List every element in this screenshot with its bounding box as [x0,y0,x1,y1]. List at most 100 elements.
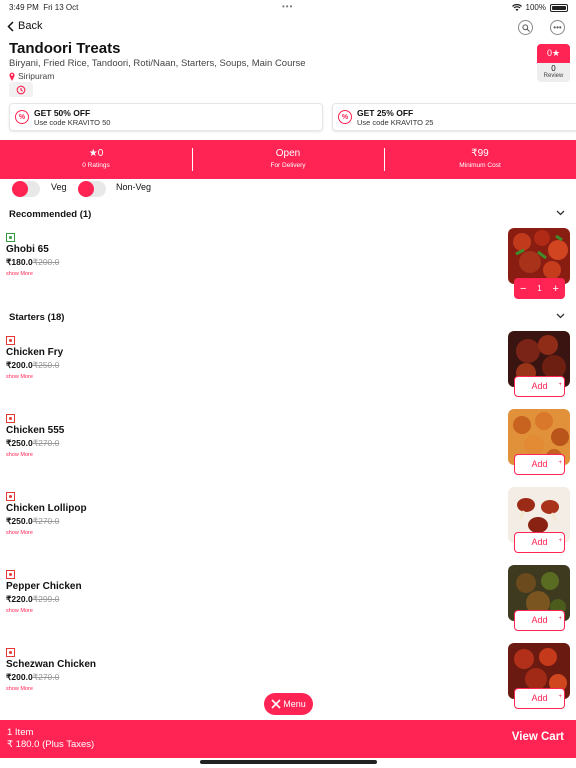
location-pin-icon [9,72,15,81]
minimum-cost-stat: ₹99 Minimum Cost [384,140,576,179]
plus-icon: + [558,616,562,622]
chevron-left-icon [7,20,14,32]
nonveg-toggle[interactable] [78,181,106,197]
item-old-price: ₹270.0 [32,672,60,682]
battery-icon [550,3,568,12]
ellipsis-icon: ••• [553,23,562,32]
item-old-price: ₹250.0 [32,360,60,370]
rating-badge[interactable]: 0★ 0 Review [537,44,570,82]
more-options-button[interactable]: ••• [550,20,565,35]
star-icon: ★ [88,148,98,159]
status-bar: 3:49 PM Fri 13 Oct ••• 100% [0,0,576,14]
menu-item[interactable]: Pepper Chicken ₹220.0₹299.0 show More Ad… [0,565,576,644]
view-cart-button[interactable]: View Cart [512,731,564,743]
discount-icon: % [15,110,29,124]
search-button[interactable] [518,20,533,35]
status-time: 3:49 PM Fri 13 Oct [9,3,79,12]
section-header-starters[interactable]: Starters (18) [9,312,64,323]
offer-card[interactable]: % GET 50% OFF Use code KRAVITO 50 [9,103,323,131]
nonveg-mark-icon [6,336,15,345]
offer-title: GET 50% OFF [34,107,91,118]
item-price: ₹250.0₹270.0 [6,438,60,448]
item-price: ₹200.0₹270.0 [6,672,60,682]
status-right: 100% [511,3,568,12]
delivery-time-chip [9,82,33,97]
restaurant-cuisines: Biryani, Fried Rice, Tandoori, Roti/Naan… [9,58,306,69]
item-name: Chicken 555 [6,425,65,436]
show-more-link[interactable]: show More [6,530,33,536]
offer-code: Use code KRAVITO 25 [357,117,434,127]
delivery-status-value: Open [275,148,301,159]
item-image [508,228,570,284]
menu-item[interactable]: Chicken Fry ₹200.0₹250.0 show More Add + [0,331,576,410]
item-price: ₹200.0₹250.0 [6,360,60,370]
show-more-link[interactable]: show More [6,374,33,380]
home-indicator[interactable] [200,760,377,764]
cart-bar[interactable]: 1 Item ₹ 180.0 (Plus Taxes) View Cart [0,720,576,758]
add-button[interactable]: Add + [514,454,565,475]
veg-toggle[interactable] [12,181,40,197]
minimum-cost-value: ₹99 [471,148,489,159]
menu-item[interactable]: Chicken 555 ₹250.0₹270.0 show More Add + [0,409,576,488]
show-more-link[interactable]: show More [6,608,33,614]
item-name: Ghobi 65 [6,244,49,255]
location-label: Siripuram [18,71,55,81]
ratings-stat: ★0 0 Ratings [0,140,192,179]
plus-icon: + [558,694,562,700]
menu-fab-button[interactable]: Menu [264,693,313,715]
add-button[interactable]: Add + [514,376,565,397]
delivery-status-stat: Open For Delivery [192,140,384,179]
item-name: Schezwan Chicken [6,659,97,670]
quantity-value: 1 [537,284,542,293]
nonveg-mark-icon [6,414,15,423]
chevron-down-icon[interactable] [556,208,565,218]
cart-total: ₹ 180.0 (Plus Taxes) [7,739,95,750]
plus-icon: + [558,460,562,466]
battery-percent: 100% [525,3,546,12]
add-button[interactable]: Add + [514,688,565,709]
menu-item[interactable]: Ghobi 65 ₹180.0₹200.0 show More − 1 + [0,228,576,307]
quantity-stepper[interactable]: − 1 + [514,278,565,299]
back-button[interactable]: Back [7,20,42,32]
rating-badge-value: 0★ [537,44,570,63]
increase-icon[interactable]: + [553,283,559,295]
ratings-value: 0 [97,148,104,159]
restaurant-name: Tandoori Treats [9,40,121,57]
item-price: ₹180.0₹200.0 [6,257,60,267]
chevron-down-icon[interactable] [556,311,565,321]
timer-icon [16,85,26,94]
nonveg-mark-icon [6,492,15,501]
ratings-label: 0 Ratings [82,162,110,169]
item-price: ₹250.0₹270.0 [6,516,60,526]
add-button[interactable]: Add + [514,532,565,553]
review-count: 0 [551,64,556,73]
review-label: Review [543,73,564,79]
delivery-status-label: For Delivery [270,162,306,169]
cart-item-count: 1 Item [7,727,34,738]
wifi-icon [511,3,522,11]
multitasking-dots-icon[interactable]: ••• [282,2,293,11]
show-more-link[interactable]: show More [6,452,33,458]
menu-item[interactable]: Chicken Lollipop ₹250.0₹270.0 show More … [0,487,576,566]
discount-icon: % [338,110,352,124]
nonveg-mark-icon [6,570,15,579]
plus-icon: + [558,382,562,388]
veg-label: Veg [51,182,67,192]
add-button[interactable]: Add + [514,610,565,631]
item-old-price: ₹270.0 [32,438,60,448]
item-old-price: ₹299.0 [32,594,60,604]
decrease-icon[interactable]: − [520,283,526,295]
item-price: ₹220.0₹299.0 [6,594,60,604]
restaurant-location: Siripuram [9,71,54,81]
item-name: Chicken Lollipop [6,503,87,514]
search-icon [521,23,530,32]
show-more-link[interactable]: show More [6,686,33,692]
offer-title: GET 25% OFF [357,107,414,118]
section-header-recommended[interactable]: Recommended (1) [9,209,91,220]
offer-card[interactable]: % GET 25% OFF Use code KRAVITO 25 [332,103,576,131]
nonveg-mark-icon [6,648,15,657]
show-more-link[interactable]: show More [6,271,33,277]
item-old-price: ₹270.0 [32,516,60,526]
back-label: Back [18,20,43,32]
item-name: Chicken Fry [6,347,64,358]
